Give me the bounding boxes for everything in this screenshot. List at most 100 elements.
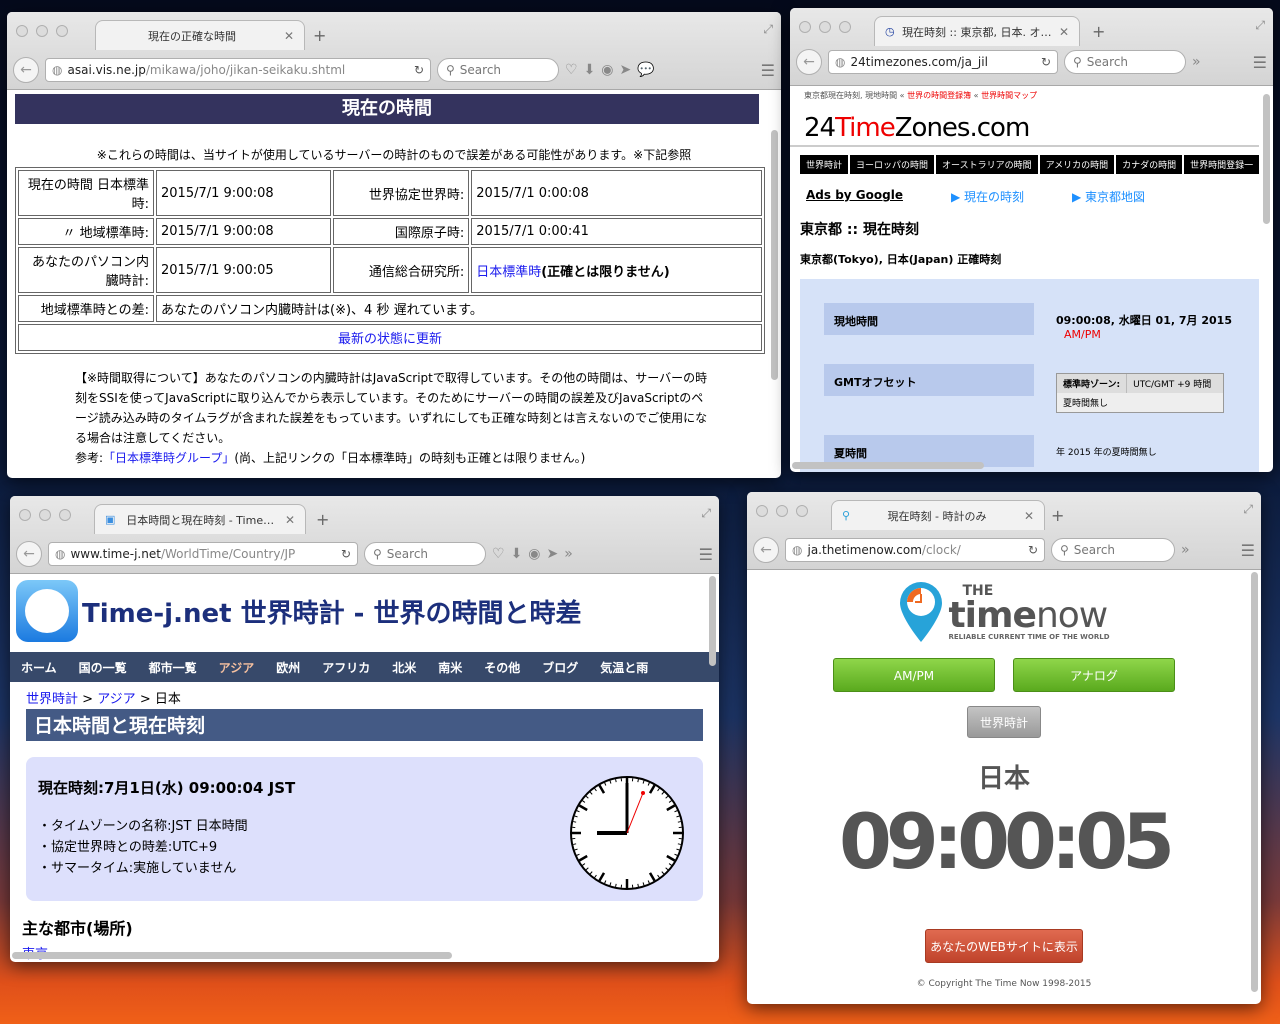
menu-icon[interactable]: ☰ [1253,53,1267,72]
back-button[interactable]: ← [13,57,39,83]
vertical-scrollbar[interactable] [771,130,778,380]
nav-item[interactable]: ヨーロッパの時間 [850,155,935,174]
search-input[interactable]: ⚲ Search [1064,50,1186,74]
nav-item[interactable]: 気温と雨 [589,659,659,676]
menu-icon[interactable]: ☰ [699,545,713,564]
window-controls[interactable] [799,21,851,33]
window-controls[interactable] [756,505,808,517]
window-controls[interactable] [19,509,71,521]
back-button[interactable]: ← [753,537,779,563]
share-icon[interactable]: ➤ [547,546,559,562]
zone-label: 標準時ゾーン: [1057,374,1128,393]
registry-link[interactable]: 世界の時間登録簿 [907,91,971,100]
site-title[interactable]: Time-j.net 世界時計 - 世界の時間と時差 [82,593,581,630]
search-input[interactable]: ⚲ Search [364,542,486,566]
new-tab-button[interactable]: + [316,510,329,529]
breadcrumb-asia[interactable]: アジア [97,692,135,707]
nav-item[interactable]: 南米 [427,659,473,676]
vertical-scrollbar[interactable] [709,576,716,666]
nav-item[interactable]: ホーム [10,659,68,676]
nav-item[interactable]: 都市一覧 [138,659,208,676]
close-tab-icon[interactable]: ✕ [1024,509,1034,523]
site-logo[interactable]: THE timenow RELIABLE CURRENT TIME OF THE… [747,580,1261,644]
world-map-link[interactable]: 世界時間マップ [981,91,1037,100]
breadcrumb-world[interactable]: 世界時計 [26,692,78,707]
url-bar[interactable]: ◍ 24timezones.com/ja_jil ↻ [828,50,1058,74]
vertical-scrollbar[interactable] [1251,572,1258,992]
jst-group-link[interactable]: 「日本標準時グループ」 [103,451,234,465]
world-clock-button[interactable]: 世界時計 [967,706,1041,738]
menu-icon[interactable]: ☰ [761,61,775,80]
url-bar[interactable]: ◍ www.time-j.net/WorldTime/Country/JP ↻ [48,542,358,566]
embed-button[interactable]: あなたのWEBサイトに表示 [925,929,1083,963]
nav-item[interactable]: アメリカの時間 [1039,155,1115,174]
nav-item[interactable]: カナダの時間 [1116,155,1183,174]
nav-item[interactable]: 世界時計 [800,155,849,174]
pocket-icon[interactable]: ♡ [492,546,505,562]
nav-item[interactable]: アフリカ [311,659,381,676]
window-controls[interactable] [16,25,68,37]
value-tai: 2015/7/1 0:00:41 [471,218,762,245]
addon-icon[interactable]: ◉ [601,62,613,78]
menu-icon[interactable]: ☰ [1241,541,1255,560]
reload-icon[interactable]: ↻ [341,547,351,561]
fullscreen-icon[interactable]: ⤢ [1243,502,1253,517]
close-tab-icon[interactable]: ✕ [1059,25,1069,39]
overflow-icon[interactable]: » [564,546,573,562]
overflow-icon[interactable]: » [1192,54,1201,70]
reload-icon[interactable]: ↻ [1028,543,1038,557]
refresh-link[interactable]: 最新の状態に更新 [338,332,442,347]
new-tab-button[interactable]: + [1092,22,1105,41]
site-logo[interactable]: 24TimeZones.com [790,105,1259,147]
site-logo-icon[interactable] [16,580,78,642]
new-tab-button[interactable]: + [313,26,326,45]
url-bar[interactable]: ◍ asai.vis.ne.jp/mikawa/joho/jikan-seikak… [45,58,431,82]
overflow-icon[interactable]: » [1181,542,1190,558]
nav-item[interactable]: 世界時間登録一 [1184,155,1260,174]
back-button[interactable]: ← [796,49,822,75]
close-tab-icon[interactable]: ✕ [285,513,295,527]
reload-icon[interactable]: ↻ [414,63,424,77]
browser-tab[interactable]: ▣ 日本時間と現在時刻 - Time… ✕ [94,504,306,534]
download-icon[interactable]: ⬇ [511,546,523,562]
nav-item-active[interactable]: アジア [208,659,266,676]
search-input[interactable]: ⚲ Search [437,58,559,82]
nav-item[interactable]: 欧州 [265,659,311,676]
url-bar[interactable]: ◍ ja.thetimenow.com/clock/ ↻ [785,538,1045,562]
search-input[interactable]: ⚲ Search [1051,538,1175,562]
pocket-icon[interactable]: ♡ [565,62,578,78]
nav-item[interactable]: 国の一覧 [68,659,138,676]
analog-button[interactable]: アナログ [1013,658,1175,692]
share-icon[interactable]: ➤ [620,62,632,78]
fullscreen-icon[interactable]: ⤢ [701,506,711,521]
reload-icon[interactable]: ↻ [1041,55,1051,69]
clock-tick [573,843,577,845]
close-tab-icon[interactable]: ✕ [284,29,294,43]
table-row: 最新の状態に更新 [18,324,762,351]
nav-item[interactable]: オーストラリアの時間 [936,155,1038,174]
addon-icon[interactable]: ◉ [528,546,540,562]
browser-tab[interactable]: ◷ 現在時刻 :: 東京都, 日本. オ… ✕ [874,16,1080,46]
vertical-scrollbar[interactable] [1263,94,1270,224]
fullscreen-icon[interactable]: ⤢ [763,22,773,37]
nav-item[interactable]: ブログ [531,659,589,676]
ampm-button[interactable]: AM/PM [833,658,995,692]
fullscreen-icon[interactable]: ⤢ [1255,18,1265,33]
nav-item[interactable]: その他 [473,659,531,676]
browser-tab[interactable]: ⚲ 現在時刻 - 時計のみ ✕ [831,500,1045,530]
browser-tab[interactable]: 現在の正確な時間 ✕ [95,20,305,50]
download-icon[interactable]: ⬇ [584,62,596,78]
horizontal-scrollbar[interactable] [792,462,984,469]
back-button[interactable]: ← [16,541,42,567]
ads-link[interactable]: Ads by Google [806,188,903,205]
globe-icon: ◍ [52,63,63,77]
chat-icon[interactable]: 💬 [637,62,654,78]
horizontal-scrollbar[interactable] [12,952,452,959]
nav-item[interactable]: 北米 [381,659,427,676]
label-tai: 国際原子時: [333,218,470,245]
tokyo-map-link[interactable]: ▶ 東京都地図 [1072,188,1145,205]
ampm-link[interactable]: AM/PM [1064,328,1101,341]
new-tab-button[interactable]: + [1051,506,1064,525]
current-time-link[interactable]: ▶ 現在の時刻 [951,188,1024,205]
jst-link[interactable]: 日本標準時 [476,265,541,280]
